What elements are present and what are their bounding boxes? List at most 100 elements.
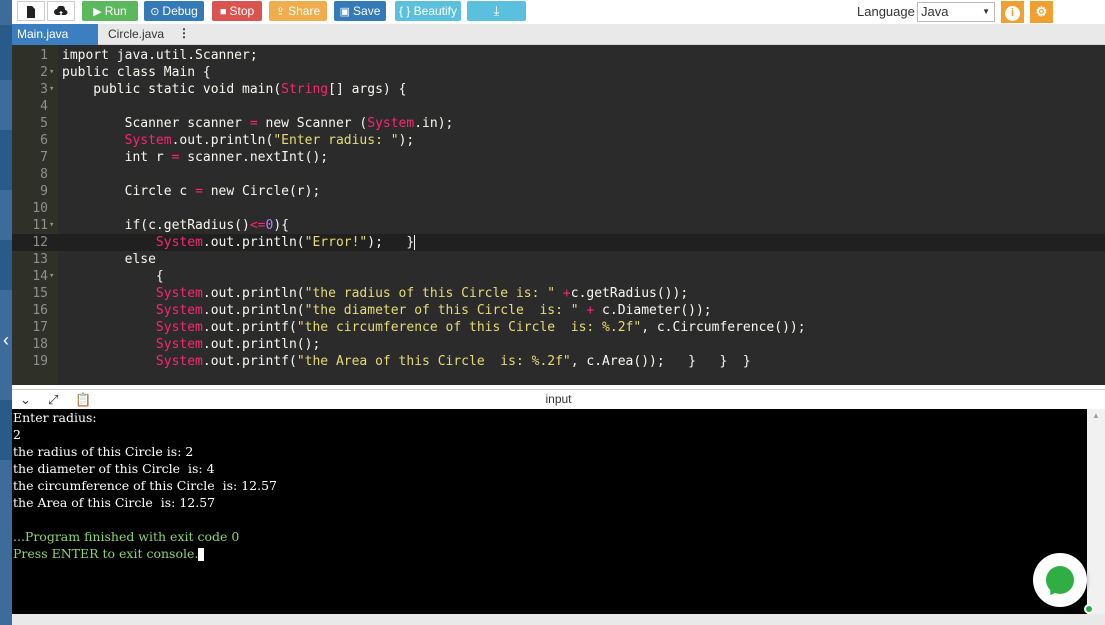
code-line[interactable]: 11 ▾ if(c.getRadius()<=0){ (12, 217, 1105, 234)
line-number: 14 (32, 269, 48, 284)
code-line[interactable]: 10 (12, 200, 1105, 217)
minimize-chevron-icon[interactable]: ⌄ (20, 392, 31, 408)
sidebar-band (0, 25, 12, 80)
code-text: System.out.println("the radius of this C… (155, 286, 689, 301)
code-text: import java.util.Scanner; (62, 48, 258, 63)
info-button[interactable]: i (1001, 1, 1024, 23)
code-text: Scanner scanner = new Scanner (System.in… (62, 116, 454, 131)
code-text: int r = scanner.nextInt(); (62, 150, 329, 165)
online-ide-window: ‹ ▶ Run ⊙ Debug ■ Stop ⇪ Share ▣ Save { } Bea… (0, 0, 1105, 625)
language-label: Language (857, 4, 915, 19)
code-line[interactable]: 18 System.out.println(); (12, 336, 1105, 353)
save-button[interactable]: ▣ Save (334, 1, 386, 21)
line-number: 8 (40, 167, 48, 182)
code-editor[interactable]: 1 import java.util.Scanner; 2 ▾ public class… (12, 45, 1105, 385)
download-button[interactable]: ⤓ (467, 1, 526, 21)
tab-main-java[interactable]: Main.java (12, 24, 98, 45)
line-number: 11 (32, 218, 48, 233)
console-line: the Area of this Circle is: 12.57 (13, 495, 216, 510)
gear-icon: ⚙ (1035, 4, 1048, 19)
code-line[interactable]: 6 System.out.println("Enter radius: "); (12, 132, 1105, 149)
code-text: System.out.printf("the circumference of … (155, 320, 806, 335)
share-button[interactable]: ⇪ Share (269, 1, 327, 21)
download-icon: ⤓ (493, 3, 500, 18)
file-tab-bar: Main.java Circle.java ⋮ (12, 24, 1105, 45)
stop-icon: ■ (219, 6, 227, 18)
language-select[interactable]: Java ▼ (917, 2, 995, 22)
code-line[interactable]: 15 System.out.println("the radius of thi… (12, 285, 1105, 302)
code-text: public static void main(String[] args) { (62, 82, 407, 97)
share-icon: ⇪ (275, 6, 286, 18)
run-button[interactable]: ▶ Run (82, 1, 138, 21)
code-line[interactable]: 7 int r = scanner.nextInt(); (12, 149, 1105, 166)
line-number: 3 (40, 82, 48, 97)
code-line[interactable]: 9 Circle c = new Circle(r); (12, 183, 1105, 200)
line-number: 16 (32, 303, 48, 318)
code-line[interactable]: 2 ▾ public class Main { (12, 64, 1105, 81)
code-line[interactable]: 12 System.out.println("Error!"); } (12, 234, 1105, 251)
debug-icon: ⊙ (150, 6, 160, 18)
left-sidebar-strip: ‹ (0, 0, 12, 625)
code-line[interactable]: 5 Scanner scanner = new Scanner (System.… (12, 115, 1105, 132)
tab-menu-kebab-icon[interactable]: ⋮ (178, 26, 190, 40)
tab-circle-java[interactable]: Circle.java (103, 24, 189, 45)
settings-button[interactable]: ⚙ (1030, 1, 1053, 23)
console-line: ...Program finished with exit code 0 (13, 529, 240, 544)
beautify-button[interactable]: { } Beautify (395, 1, 461, 21)
code-line[interactable]: 4 (12, 98, 1105, 115)
line-number: 1 (40, 48, 48, 63)
fold-arrow-icon[interactable]: ▾ (49, 64, 57, 81)
line-number: 10 (32, 201, 48, 216)
fold-arrow-icon[interactable]: ▾ (49, 268, 57, 285)
code-line[interactable]: 16 System.out.println("the diameter of t… (12, 302, 1105, 319)
line-number: 17 (32, 320, 48, 335)
line-number: 9 (40, 184, 48, 199)
line-number: 6 (40, 133, 48, 148)
fold-arrow-icon[interactable]: ▾ (49, 81, 57, 98)
save-icon: ▣ (339, 6, 351, 18)
line-number: 5 (40, 116, 48, 131)
code-line[interactable]: 1 import java.util.Scanner; (12, 47, 1105, 64)
upload-button[interactable] (47, 1, 75, 21)
console-output[interactable]: Enter radius: 2 the radius of this Circle … (12, 409, 1087, 614)
code-line[interactable]: 8 (12, 166, 1105, 183)
line-number: 19 (32, 354, 48, 369)
clipboard-icon[interactable]: 📋 (75, 392, 91, 408)
info-icon: i (1005, 6, 1020, 21)
fold-arrow-icon[interactable]: ▾ (49, 217, 57, 234)
line-number: 2 (40, 65, 48, 80)
code-text: if(c.getRadius()<=0){ (62, 218, 289, 233)
code-line[interactable]: 19 System.out.printf("the Area of this C… (12, 353, 1105, 370)
console-line: the radius of this Circle is: 2 (13, 444, 194, 459)
sidebar-band (0, 400, 12, 460)
code-line[interactable]: 13 else (12, 251, 1105, 268)
code-line[interactable]: 14 ▾ { (12, 268, 1105, 285)
console-scrollbar[interactable]: ▲ (1087, 409, 1105, 614)
console-line: 2 (13, 427, 21, 442)
console-line: the circumference of this Circle is: 12.… (13, 478, 277, 493)
dropdown-arrow-icon: ▼ (982, 7, 990, 16)
chat-widget-button[interactable] (1033, 553, 1087, 607)
play-icon: ▶ (93, 6, 102, 18)
console-line: the diameter of this Circle is: 4 (13, 461, 215, 476)
new-file-button[interactable] (17, 1, 45, 21)
sidebar-band (0, 240, 12, 290)
scroll-up-arrow-icon[interactable]: ▲ (1087, 411, 1105, 420)
line-number: 12 (32, 235, 48, 250)
code-line[interactable]: 17 System.out.printf("the circumference … (12, 319, 1105, 336)
code-line[interactable]: 3 ▾ public static void main(String[] args… (12, 81, 1105, 98)
code-lines: 1 import java.util.Scanner; 2 ▾ public class… (12, 47, 1105, 370)
code-text: System.out.println("the diameter of this… (155, 303, 712, 318)
console-line: Press ENTER to exit console. (12, 545, 1087, 562)
debug-button[interactable]: ⊙ Debug (144, 1, 204, 21)
terminal-cursor (198, 548, 205, 561)
code-text: System.out.printf("the Area of this Circ… (155, 354, 751, 369)
sidebar-collapse-chevron-icon[interactable]: ‹ (0, 330, 12, 350)
toolbar: ▶ Run ⊙ Debug ■ Stop ⇪ Share ▣ Save { } Beaut… (12, 0, 1105, 24)
expand-icon[interactable]: ⤢ (48, 392, 58, 408)
code-text: System.out.println("Error!"); } (155, 235, 416, 250)
code-text: { (62, 269, 164, 284)
stop-button[interactable]: ■ Stop (212, 1, 262, 21)
line-number: 15 (32, 286, 48, 301)
